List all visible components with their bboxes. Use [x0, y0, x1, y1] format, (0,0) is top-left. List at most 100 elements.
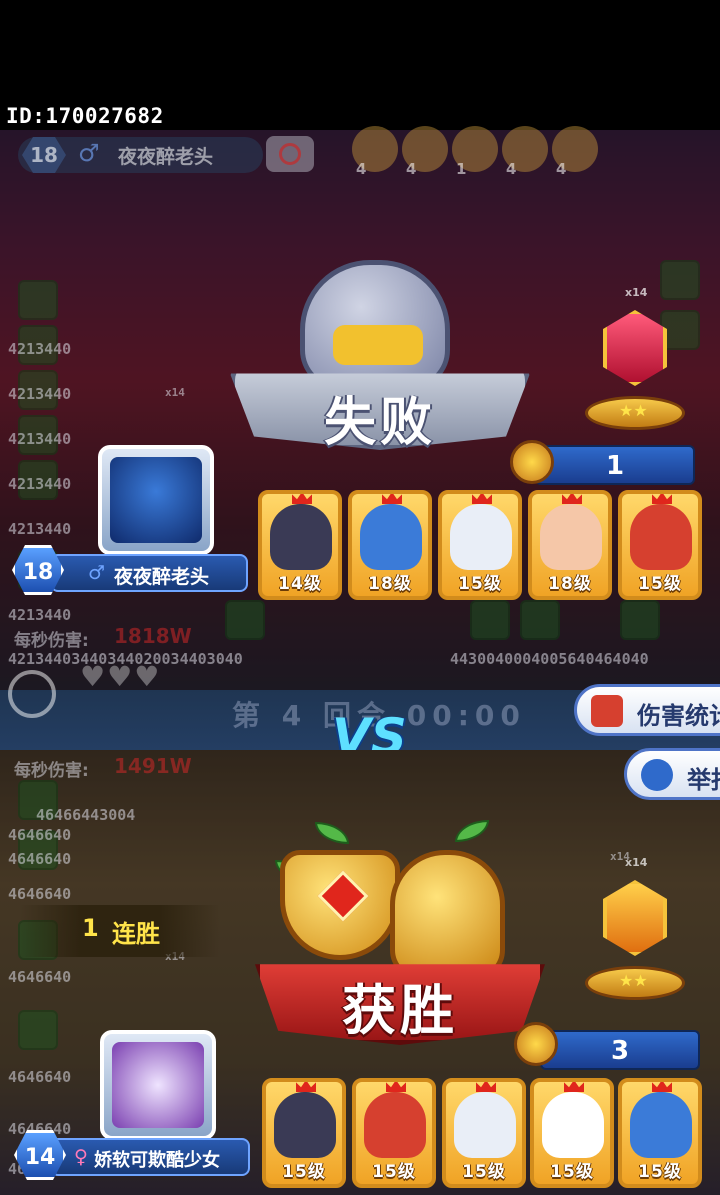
crown-icon	[652, 494, 672, 504]
hero-level: 15级	[462, 1162, 506, 1182]
damage-number-row: 46466443004	[36, 806, 136, 824]
amber-gem-icon	[603, 880, 667, 956]
report-button[interactable]: 举报	[624, 748, 720, 800]
hero-level: 15级	[282, 1162, 326, 1182]
winner-avatar-frame[interactable]	[100, 1030, 216, 1140]
loser-avatar-frame[interactable]	[98, 445, 214, 555]
winner-score: 3	[610, 1036, 630, 1066]
hero-card[interactable]: 15级	[438, 490, 522, 600]
avatar	[110, 457, 202, 543]
dps-value: 1818W	[114, 624, 192, 648]
damage-number: 4213440	[8, 340, 72, 358]
crown-icon	[476, 1082, 496, 1092]
fist-icon	[514, 1022, 558, 1066]
trophy-heart-icon: x14 ★★	[585, 286, 685, 430]
hero-card[interactable]: 18级	[528, 490, 612, 600]
hero-level: 15级	[458, 574, 502, 594]
hero-card[interactable]: 15级	[618, 1078, 702, 1188]
damage-stats-label: 伤害统计	[637, 702, 720, 730]
hero-card[interactable]: 15级	[530, 1078, 614, 1188]
damage-number: 4646640	[8, 885, 72, 903]
winner-score-bar: 3	[540, 1030, 700, 1070]
defeat-emblem: 失败	[230, 240, 530, 460]
crown-icon	[386, 1082, 406, 1092]
hero-card[interactable]: 15级	[442, 1078, 526, 1188]
hero-portrait	[274, 1092, 336, 1158]
golden-knight-icon	[390, 850, 505, 980]
mini-hero-stars: 4	[356, 160, 367, 178]
win-streak-count: 1	[82, 914, 99, 942]
eye-icon[interactable]	[8, 670, 56, 718]
crown-icon	[472, 494, 492, 504]
lives-hearts: ♥♥♥	[80, 660, 162, 693]
report-label: 举报	[687, 766, 720, 794]
damage-number: 4646640	[8, 1068, 72, 1086]
hero-card[interactable]: 15级	[262, 1078, 346, 1188]
hero-level: 14级	[278, 574, 322, 594]
loser-score: 1	[605, 451, 625, 481]
crown-icon	[296, 1082, 316, 1092]
mini-hero-stars: 1	[456, 160, 467, 178]
ban-icon[interactable]	[266, 136, 314, 172]
heart-gem-icon	[603, 310, 667, 386]
crown-icon	[562, 494, 582, 504]
male-icon: ♂	[88, 562, 106, 584]
loser-score-bar: 1	[535, 445, 695, 485]
trophy-stars: ★★	[619, 971, 648, 990]
dps-value: 1491W	[114, 754, 192, 778]
crown-icon	[382, 494, 402, 504]
damage-number: 4213440	[8, 520, 72, 538]
multiplier-text: x14	[165, 386, 185, 399]
hero-card[interactable]: 15级	[618, 490, 702, 600]
laurel-leaf-icon	[315, 822, 349, 844]
trophy-crystal-icon: x14 ★★	[585, 856, 685, 1000]
shield-icon	[641, 759, 673, 791]
male-icon: ♂	[78, 139, 100, 167]
damage-stats-button[interactable]: 伤害统计	[574, 684, 720, 736]
hero-portrait	[630, 1092, 692, 1158]
stats-icon	[591, 695, 623, 727]
mini-hero-stars: 4	[556, 160, 567, 178]
hero-portrait	[364, 1092, 426, 1158]
top-black-bar	[0, 0, 720, 100]
hero-level: 18级	[368, 574, 412, 594]
trophy-multiplier: x14	[625, 856, 648, 869]
damage-number: 4646640	[8, 850, 72, 868]
loser-name: 夜夜醉老头	[114, 566, 210, 588]
damage-number: 4213440	[8, 385, 72, 403]
hero-portrait	[270, 504, 332, 570]
hero-portrait	[454, 1092, 516, 1158]
victory-title: 获胜	[342, 979, 458, 1042]
damage-number: 4646640	[8, 968, 72, 986]
damage-number-row: 4430040004005640464040	[450, 650, 649, 668]
player-id: ID:170027682	[6, 104, 164, 128]
mini-hero-stars: 4	[506, 160, 517, 178]
hero-card[interactable]: 15级	[352, 1078, 436, 1188]
winner-name: 娇软可欺酷少女	[94, 1150, 220, 1171]
hero-level: 15级	[550, 1162, 594, 1182]
avatar	[112, 1042, 204, 1128]
crown-icon	[292, 494, 312, 504]
damage-number: 4213440	[8, 606, 72, 624]
dps-label: 每秒伤害:	[14, 631, 89, 651]
opponent-name: 夜夜醉老头	[118, 146, 214, 168]
loser-name-plate: ♂ 夜夜醉老头	[50, 554, 248, 592]
hero-level: 15级	[638, 574, 682, 594]
hero-portrait	[630, 504, 692, 570]
hero-card[interactable]: 18级	[348, 490, 432, 600]
crown-icon	[652, 1082, 672, 1092]
win-streak-label: 连胜	[112, 920, 160, 948]
fist-icon	[510, 440, 554, 484]
mini-hero-stars: 4	[406, 160, 417, 178]
winner-name-plate: ♀ 娇软可欺酷少女	[50, 1138, 250, 1176]
trophy-stars: ★★	[619, 401, 648, 420]
hero-portrait	[542, 1092, 604, 1158]
hero-portrait	[360, 504, 422, 570]
defeat-title: 失败	[323, 393, 436, 453]
female-icon: ♀	[74, 1146, 88, 1168]
trophy-multiplier: x14	[625, 286, 648, 299]
damage-number: 4646640	[8, 826, 72, 844]
hero-card[interactable]: 14级	[258, 490, 342, 600]
damage-number: 4213440	[8, 475, 72, 493]
hero-portrait	[540, 504, 602, 570]
